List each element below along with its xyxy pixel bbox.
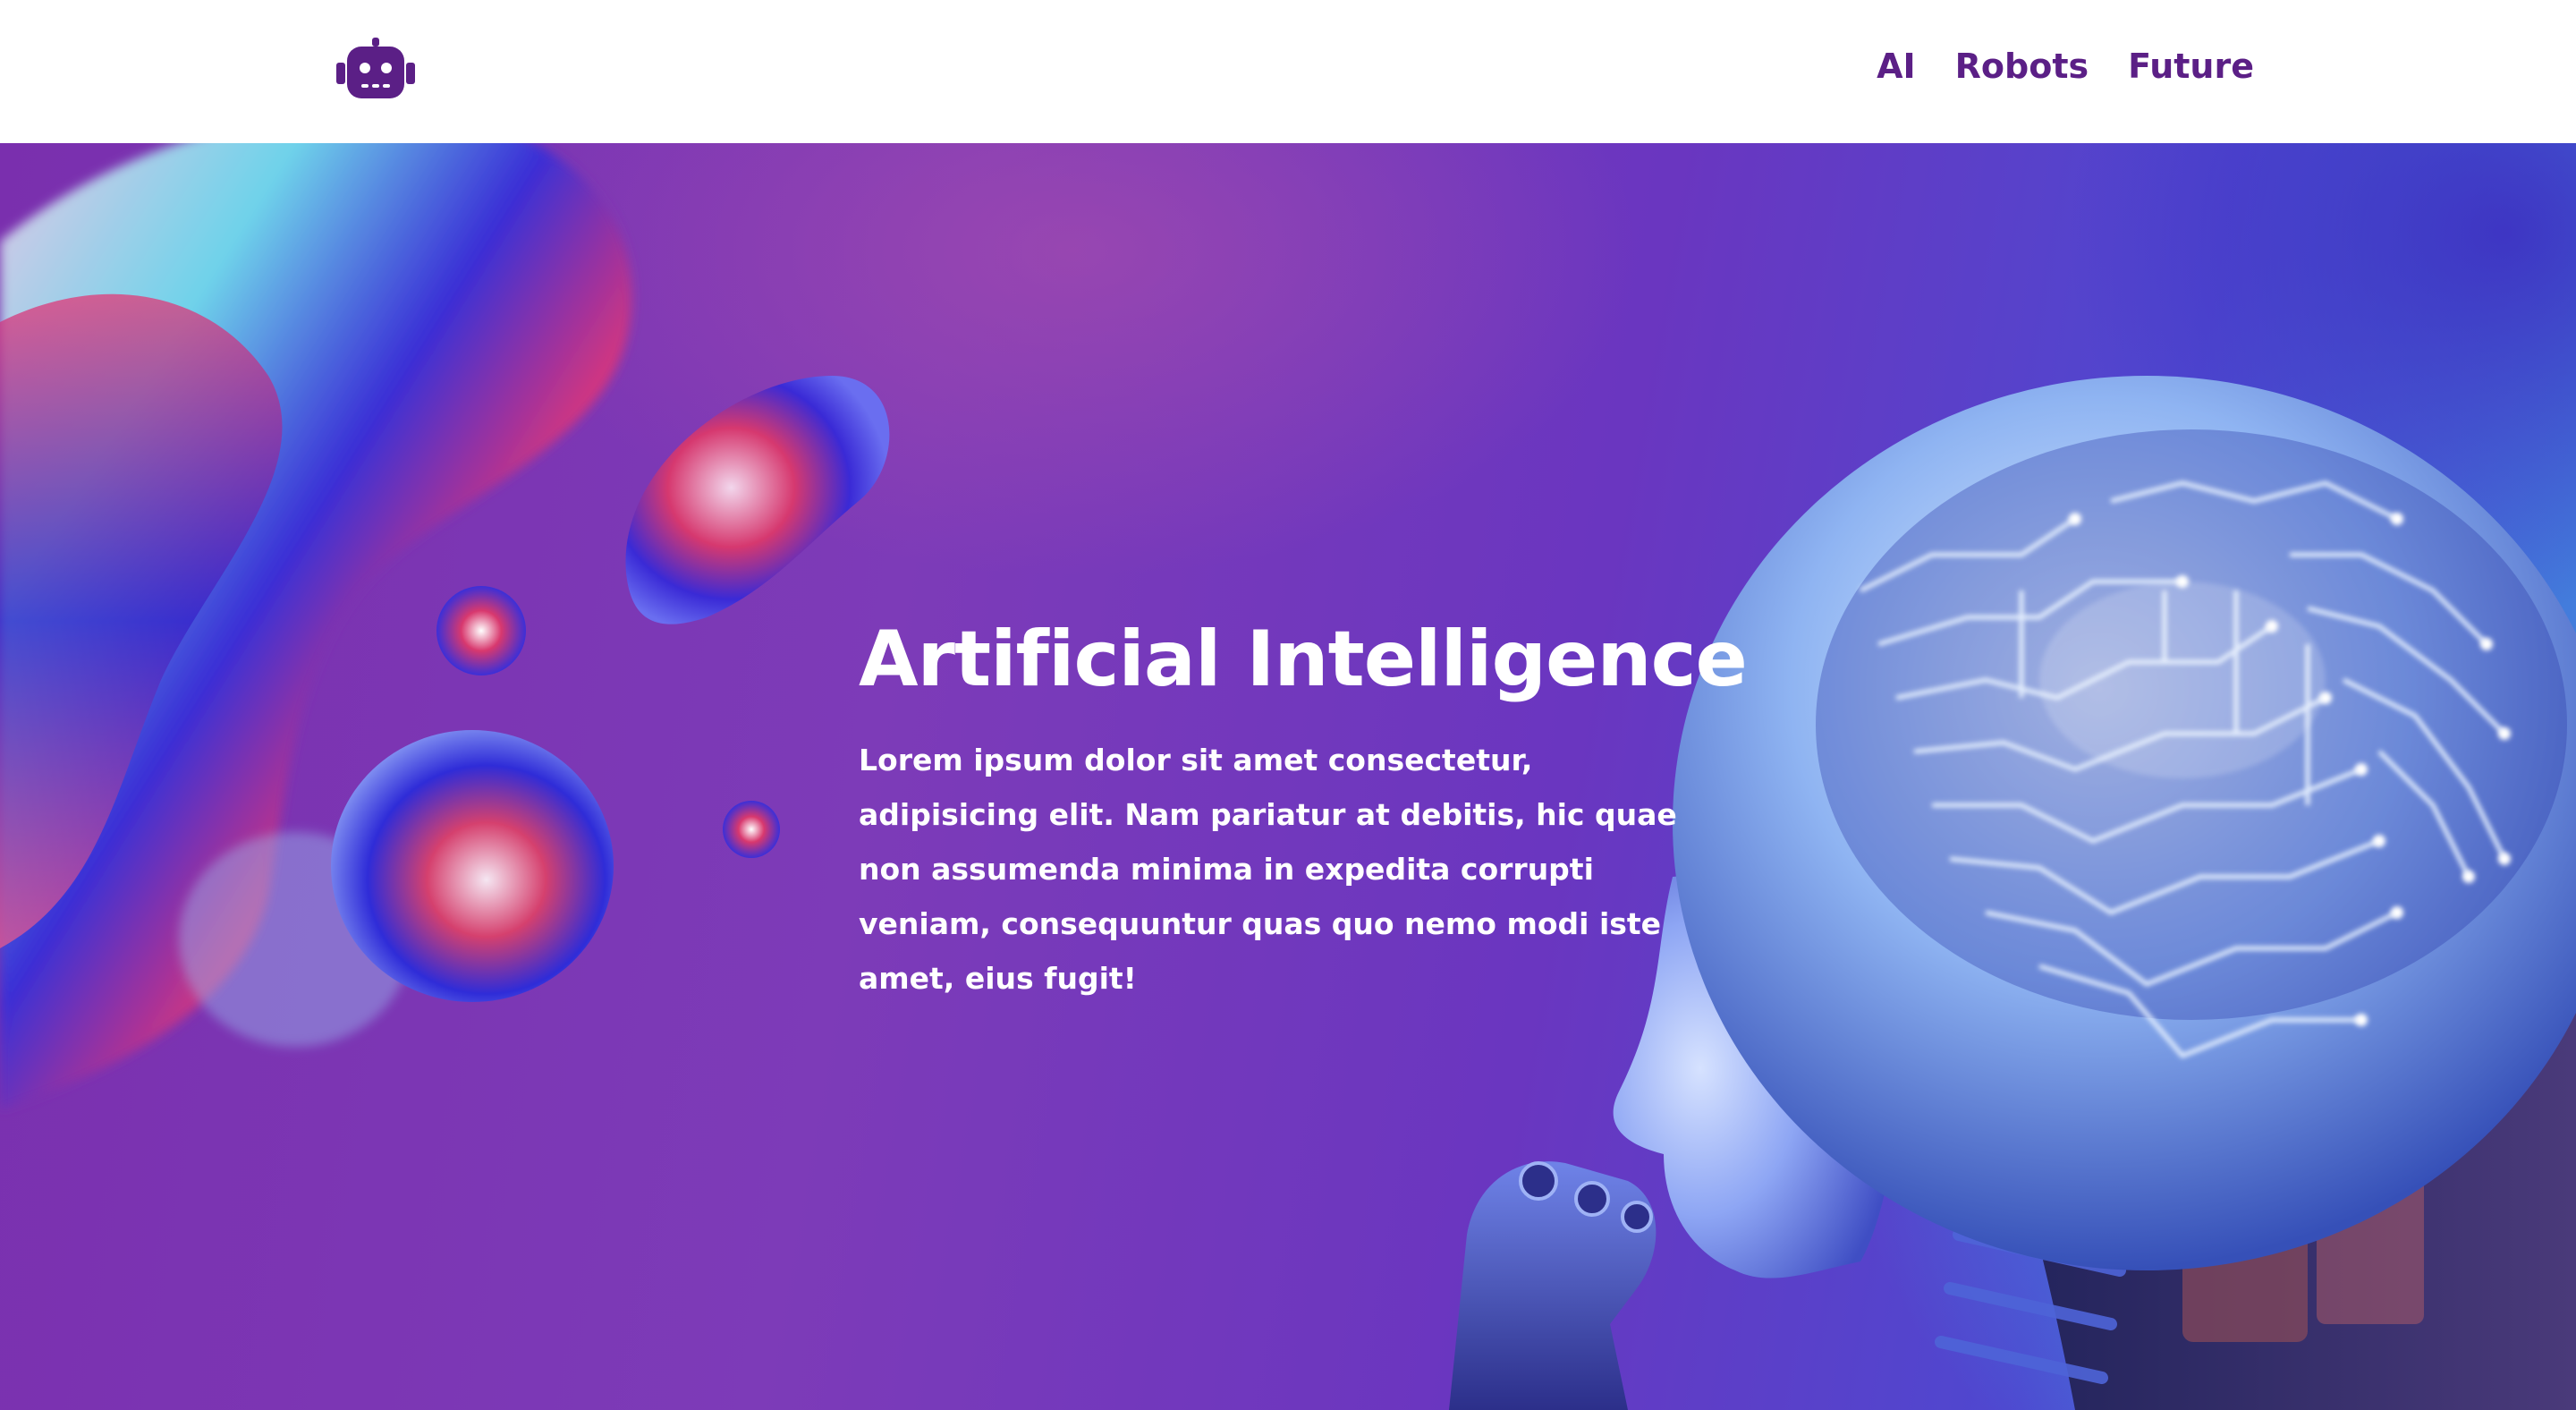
nav-link-future[interactable]: Future bbox=[2128, 47, 2254, 86]
hero-description: Lorem ipsum dolor sit amet consectetur, … bbox=[859, 742, 1677, 996]
liquid-blobs-illustration bbox=[0, 143, 890, 1109]
robot-logo-icon[interactable] bbox=[336, 38, 415, 102]
hero-content: Artificial Intelligence Lorem ipsum dolo… bbox=[859, 617, 1753, 1006]
hero-section: Artificial Intelligence Lorem ipsum dolo… bbox=[0, 143, 2576, 1410]
site-header: AI Robots Future bbox=[0, 0, 2576, 143]
main-nav: AI Robots Future bbox=[1877, 47, 2254, 86]
nav-link-robots[interactable]: Robots bbox=[1955, 47, 2089, 86]
hero-title: Artificial Intelligence bbox=[859, 615, 1748, 704]
nav-link-ai[interactable]: AI bbox=[1877, 47, 1916, 86]
